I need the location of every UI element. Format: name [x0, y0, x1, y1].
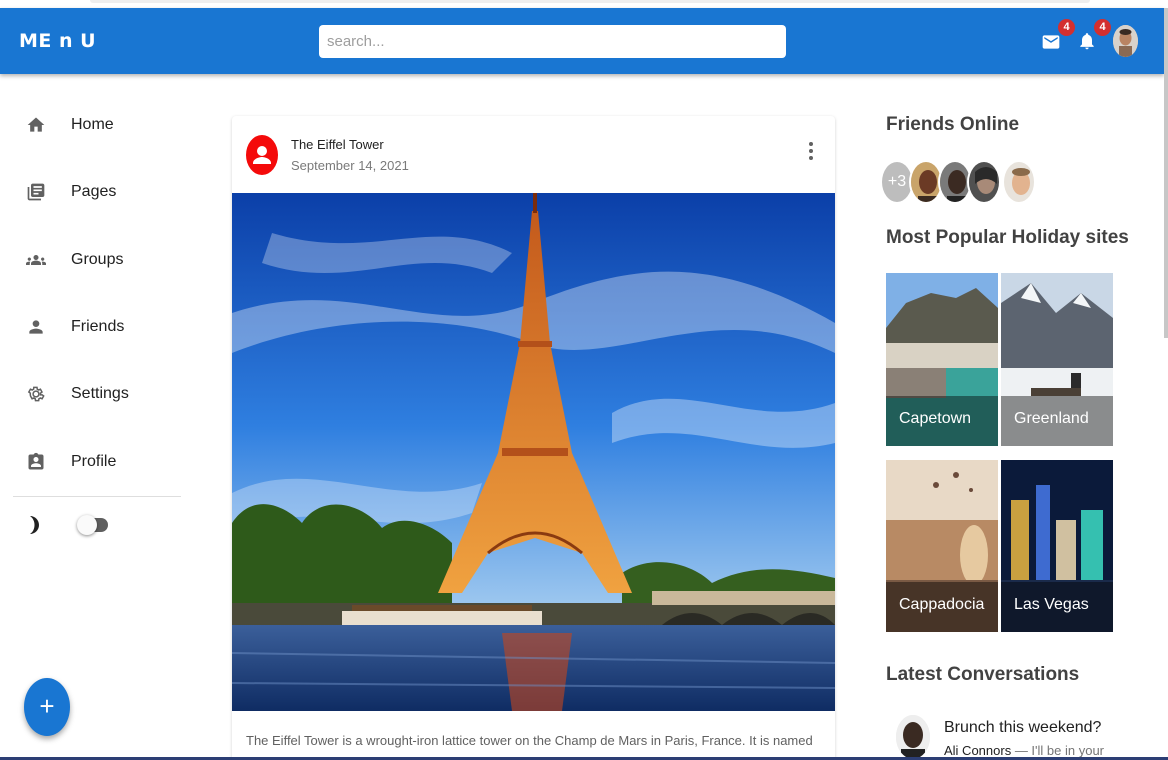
top-strip-line	[90, 0, 1090, 3]
conversation-preview: Ali Connors — I'll be in your	[944, 743, 1104, 758]
toggle-knob	[77, 515, 97, 535]
bell-icon	[1080, 33, 1094, 50]
conversation-title: Brunch this weekend?	[944, 719, 1102, 736]
profile-badge-icon	[28, 452, 44, 470]
sidebar-item-home[interactable]: Home	[0, 103, 195, 149]
post-card: The Eiffel Tower September 14, 2021 The …	[232, 116, 835, 760]
post-avatar[interactable]	[246, 135, 278, 175]
conversation-sender: Ali Connors	[944, 743, 1012, 758]
user-avatar-image	[1113, 25, 1138, 57]
mail-icon	[1042, 35, 1060, 49]
search-input[interactable]	[319, 25, 786, 58]
gear-icon	[27, 386, 45, 402]
sidebar-item-label: Home	[71, 116, 114, 133]
friend-avatar[interactable]	[1002, 160, 1036, 204]
site-name: Las Vegas	[1014, 596, 1089, 613]
notifications-badge: 4	[1094, 19, 1111, 36]
friend-avatar-image	[969, 162, 999, 202]
pages-icon	[27, 183, 45, 201]
add-button[interactable]: +	[24, 678, 70, 736]
sidebar-item-label: Settings	[71, 385, 129, 402]
latest-conversations-heading: Latest Conversations	[886, 664, 1080, 685]
sidebar-item-settings[interactable]: Settings	[0, 372, 195, 418]
site-tile-las-vegas[interactable]: Las Vegas	[1001, 460, 1113, 632]
site-caption: Cappadocia	[886, 582, 998, 632]
site-caption: Capetown	[886, 396, 998, 446]
app-logo[interactable]: ME n U	[19, 30, 96, 52]
friend-avatar-image	[1004, 162, 1034, 202]
post-title: The Eiffel Tower	[291, 137, 384, 152]
friend-avatar[interactable]	[967, 160, 1001, 204]
conversation-avatar	[896, 715, 930, 759]
mail-badge: 4	[1058, 19, 1075, 36]
sidebar-item-friends[interactable]: Friends	[0, 305, 195, 351]
conversation-avatar-image	[896, 715, 930, 759]
person-icon	[29, 320, 43, 334]
site-name: Cappadocia	[899, 596, 985, 613]
notifications-button[interactable]: 4	[1077, 19, 1111, 54]
popular-sites-heading: Most Popular Holiday sites	[886, 227, 1129, 248]
app-bar: ME n U 4 4	[0, 8, 1164, 74]
site-tile-cappadocia[interactable]: Cappadocia	[886, 460, 998, 632]
more-vert-icon[interactable]	[801, 140, 821, 162]
friends-online-avatars: +3	[880, 160, 1080, 206]
post-body: The Eiffel Tower is a wrought-iron latti…	[246, 733, 813, 760]
site-tile-capetown[interactable]: Capetown	[886, 273, 998, 446]
post-date: September 14, 2021	[291, 158, 409, 173]
sidebar-item-label: Pages	[71, 183, 117, 200]
mail-button[interactable]: 4	[1041, 19, 1075, 54]
sidebar-item-label: Friends	[71, 318, 125, 335]
conversation-item[interactable]: Brunch this weekend? Ali Connors — I'll …	[896, 715, 1156, 760]
sidebar-item-profile[interactable]: Profile	[0, 440, 195, 486]
site-tile-greenland[interactable]: Greenland	[1001, 273, 1113, 446]
friends-online-heading: Friends Online	[886, 114, 1020, 135]
person-icon	[253, 146, 271, 164]
home-icon	[27, 117, 45, 132]
conversation-text: — I'll be in your	[1011, 743, 1104, 758]
site-caption: Las Vegas	[1001, 582, 1113, 632]
page-scrollbar[interactable]	[1164, 8, 1168, 338]
site-caption: Greenland	[1001, 396, 1113, 446]
site-name: Capetown	[899, 410, 972, 427]
browser-top-strip	[0, 0, 1168, 8]
user-avatar[interactable]	[1113, 25, 1138, 57]
site-name: Greenland	[1014, 410, 1089, 427]
dark-mode-toggle[interactable]	[77, 515, 108, 535]
post-image[interactable]	[232, 193, 835, 711]
sidebar-item-label: Profile	[71, 453, 117, 470]
sidebar-item-pages[interactable]: Pages	[0, 170, 195, 216]
groups-icon	[26, 255, 46, 265]
sidebar-item-groups[interactable]: Groups	[0, 238, 195, 284]
sidebar-divider	[13, 496, 181, 497]
moon-icon	[30, 516, 40, 534]
sidebar-item-label: Groups	[71, 251, 124, 268]
